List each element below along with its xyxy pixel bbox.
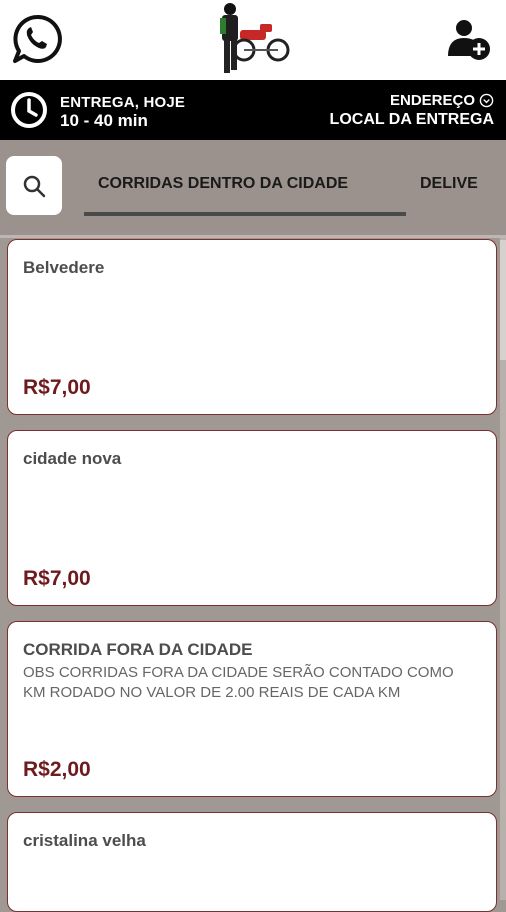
top-header bbox=[0, 0, 506, 80]
product-title: cristalina velha bbox=[23, 831, 146, 850]
tab-delivery[interactable]: DELIVE bbox=[420, 175, 490, 193]
delivery-time: 10 - 40 min bbox=[60, 111, 148, 130]
product-price: R$2,00 bbox=[23, 758, 91, 781]
product-title: CORRIDA FORA DA CIDADE bbox=[23, 640, 253, 659]
tab-corridas-dentro-da-cidade[interactable]: CORRIDAS DENTRO DA CIDADE bbox=[98, 175, 348, 193]
search-button[interactable] bbox=[6, 156, 62, 215]
chevron-down-circle-icon bbox=[479, 93, 494, 108]
delivery-label: ENTREGA, HOJE bbox=[60, 94, 186, 111]
motorcycle-courier-logo bbox=[220, 3, 290, 73]
divider bbox=[0, 235, 506, 238]
add-user-icon[interactable] bbox=[446, 16, 492, 62]
product-price: R$7,00 bbox=[23, 376, 91, 399]
product-title: Belvedere bbox=[23, 258, 105, 277]
product-card[interactable]: CORRIDA FORA DA CIDADE OBS CORRIDAS FORA… bbox=[7, 621, 497, 797]
clock-icon bbox=[11, 92, 47, 128]
product-description: OBS CORRIDAS FORA DA CIDADE SERÃO CONTAD… bbox=[23, 664, 454, 701]
product-card[interactable]: cidade nova R$7,00 bbox=[7, 430, 497, 606]
product-title: cidade nova bbox=[23, 449, 122, 468]
address-value: LOCAL DA ENTREGA bbox=[329, 111, 494, 128]
product-card[interactable]: Belvedere R$7,00 bbox=[7, 239, 497, 415]
search-icon bbox=[23, 175, 46, 197]
active-tab-indicator bbox=[84, 212, 406, 216]
whatsapp-icon[interactable] bbox=[11, 13, 63, 65]
category-tabs-bar: CORRIDAS DENTRO DA CIDADE DELIVE bbox=[0, 140, 506, 235]
scrollbar-thumb[interactable] bbox=[500, 240, 506, 360]
address-label: ENDEREÇO bbox=[389, 92, 475, 109]
product-card[interactable]: cristalina velha bbox=[7, 812, 497, 912]
delivery-info-bar: ENTREGA, HOJE 10 - 40 min ENDEREÇO LOCAL… bbox=[0, 80, 506, 140]
address-selector[interactable]: ENDEREÇO LOCAL DA ENTREGA bbox=[330, 92, 494, 129]
product-price: R$7,00 bbox=[23, 567, 91, 590]
